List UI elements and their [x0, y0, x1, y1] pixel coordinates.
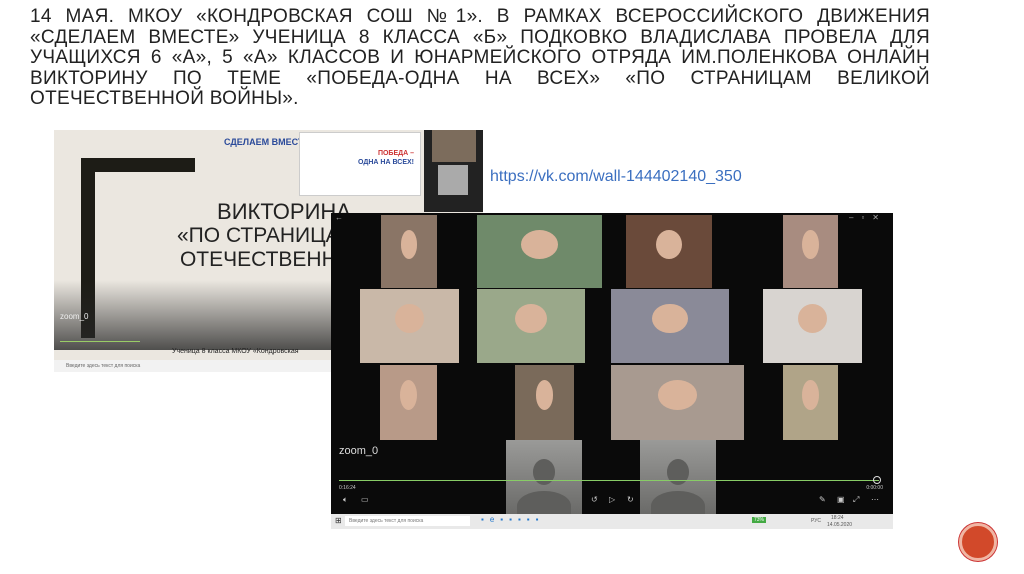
zoom-recording-window: ← –▫✕ zoom_0 0:16:24 0:00:00 🔈︎ ▭ ↺ ▷ ↻ ✎… [331, 213, 893, 529]
video-tile [381, 215, 437, 288]
miniview-icon[interactable]: ▣ [837, 495, 845, 504]
nav-circle-button[interactable] [959, 523, 997, 561]
recording-name: zoom_0 [60, 312, 89, 321]
slide-title: 14 мая. МКОУ «Кондровская СОШ №1». В рам… [30, 6, 930, 109]
windows-icon[interactable]: ⊞ [335, 516, 342, 525]
forward-icon[interactable]: ↻ [627, 495, 634, 504]
video-tile [783, 365, 838, 440]
battery-badge: 73% [752, 517, 767, 523]
shared-title: ПОБЕДА – [377, 150, 414, 157]
language[interactable]: РУС [811, 518, 821, 524]
edit-icon[interactable]: ✎ [819, 495, 826, 504]
video-tile [611, 289, 729, 363]
back-icon[interactable]: ← [335, 213, 343, 222]
more-icon[interactable]: ⋯ [871, 495, 879, 504]
remaining-time: 0:00:00 [866, 485, 883, 491]
shared-subtitle: ОДНА НА ВСЕХ! [358, 159, 414, 166]
video-tile [477, 215, 602, 288]
vk-link[interactable]: https://vk.com/wall-144402140_350 [490, 168, 742, 186]
avatar-placeholder [506, 440, 582, 521]
taskbar-search[interactable]: Введите здесь текст для поиска [345, 516, 470, 526]
video-tile [783, 215, 838, 288]
taskbar-app-icons[interactable]: ▪e▪▪▪▪▪ [481, 515, 544, 524]
fullscreen-icon[interactable]: ⤢ [853, 495, 859, 505]
taskbar-search[interactable]: Введите здесь текст для поиска [66, 363, 140, 369]
progress-bar[interactable] [60, 341, 140, 342]
taskbar: ⊞ Введите здесь текст для поиска ▪e▪▪▪▪▪… [331, 514, 893, 529]
video-tile [380, 365, 437, 440]
progress-knob[interactable] [873, 476, 881, 484]
date: 14.05.2020 [827, 522, 853, 528]
window-controls[interactable]: –▫✕ [849, 213, 887, 222]
video-tile [477, 289, 585, 363]
volume-icon[interactable]: 🔈︎ [343, 495, 348, 505]
video-tile [611, 365, 744, 440]
elapsed-time: 0:16:24 [339, 485, 356, 491]
captions-icon[interactable]: ▭ [361, 495, 369, 504]
clock: 18:24 [831, 515, 844, 521]
avatar-placeholder [640, 440, 716, 521]
video-tile [360, 289, 459, 363]
video-tile [626, 215, 712, 288]
video-tile [763, 289, 862, 363]
caption: Ученица 8 класса МКОУ «Кондровская [172, 348, 299, 355]
rewind-icon[interactable]: ↺ [591, 495, 598, 504]
video-tile [515, 365, 574, 440]
slide-bracket [81, 158, 195, 172]
progress-bar[interactable] [339, 480, 879, 481]
play-icon[interactable]: ▷ [609, 495, 615, 504]
recording-name: zoom_0 [339, 445, 379, 457]
shared-screen: ПОБЕДА – ОДНА НА ВСЕХ! [299, 132, 421, 196]
